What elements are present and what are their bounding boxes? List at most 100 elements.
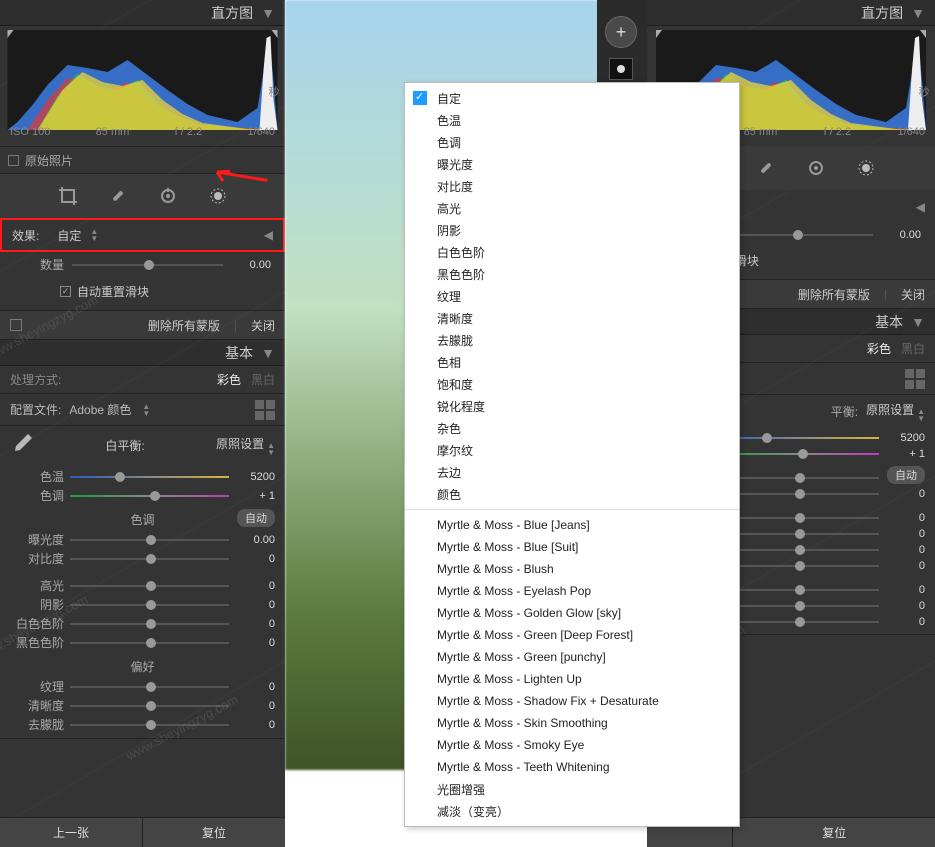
slider[interactable] (70, 718, 229, 732)
close-masks-link[interactable]: 关闭 (901, 286, 925, 303)
menu-item-preset[interactable]: 光圈增强 (405, 778, 739, 800)
treatment-color[interactable]: 彩色 (217, 371, 241, 388)
menu-item[interactable]: 饱和度 (405, 373, 739, 395)
mask-tool-icon[interactable] (208, 186, 228, 206)
menu-item[interactable]: 摩尔纹 (405, 439, 739, 461)
menu-item[interactable]: 自定 (405, 87, 739, 109)
slider-row: 清晰度0 (10, 696, 275, 715)
profile-browser-icon[interactable] (255, 400, 275, 420)
slider[interactable] (70, 533, 229, 547)
menu-item[interactable]: 去边 (405, 461, 739, 483)
checkbox-checked-icon: ✓ (60, 286, 71, 297)
menu-item[interactable]: 色相 (405, 351, 739, 373)
mask-thumbnail[interactable] (609, 58, 633, 80)
profile-value[interactable]: Adobe 颜色 (69, 401, 131, 418)
menu-item[interactable]: 锐化程度 (405, 395, 739, 417)
slider[interactable] (717, 543, 879, 557)
slider[interactable] (717, 615, 879, 629)
slider[interactable] (70, 699, 229, 713)
effect-dropdown-menu[interactable]: 自定色温色调曝光度对比度高光阴影白色色阶黑色色阶纹理清晰度去朦胧色相饱和度锐化程… (404, 82, 740, 827)
amount-slider[interactable] (72, 258, 223, 272)
effect-row[interactable]: 效果: 自定 ▲▼ ◀ (0, 218, 285, 252)
wb-picker-icon[interactable] (10, 432, 34, 459)
slider[interactable] (717, 599, 879, 613)
delete-all-masks-link[interactable]: 删除所有蒙版 (798, 286, 870, 303)
basic-header[interactable]: 基本 ▼ (0, 340, 285, 366)
histogram-shutter: 1/640 (247, 126, 275, 138)
slider[interactable] (717, 583, 879, 597)
auto-reset-row[interactable]: ✓ 自动重置滑块 (0, 277, 285, 310)
slider[interactable] (717, 511, 879, 525)
reset-button[interactable]: 复位 (733, 818, 935, 847)
heal-tool-icon[interactable] (756, 158, 776, 178)
slider[interactable] (70, 579, 229, 593)
slider[interactable] (70, 636, 229, 650)
add-mask-button[interactable]: + (605, 16, 637, 48)
slider[interactable] (70, 598, 229, 612)
menu-item-preset[interactable]: Myrtle & Moss - Smoky Eye (405, 734, 739, 756)
crop-tool-icon[interactable] (58, 186, 78, 206)
menu-item-preset[interactable]: Myrtle & Moss - Teeth Whitening (405, 756, 739, 778)
slider[interactable] (717, 487, 879, 501)
reset-button[interactable]: 复位 (143, 818, 285, 847)
menu-item-preset[interactable]: Myrtle & Moss - Blush (405, 558, 739, 580)
treatment-bw[interactable]: 黑白 (251, 371, 275, 388)
menu-item-preset[interactable]: Myrtle & Moss - Skin Smoothing (405, 712, 739, 734)
menu-item[interactable]: 白色色阶 (405, 241, 739, 263)
menu-item-preset[interactable]: Myrtle & Moss - Blue [Jeans] (405, 514, 739, 536)
wb-preset-dropdown[interactable]: 原照设置▲▼ (866, 401, 925, 422)
histogram[interactable]: ISO 100 85 mm f / 2.2 1/640 秒 (0, 26, 285, 146)
slider[interactable] (70, 617, 229, 631)
left-develop-panel: 直方图 ▼ ISO 100 85 mm f / 2.2 1/640 秒 (0, 0, 285, 847)
auto-tone-button[interactable]: 自动 (237, 509, 275, 527)
menu-item-preset[interactable]: 减淡（变亮） (405, 800, 739, 822)
redeye-tool-icon[interactable] (158, 186, 178, 206)
slider-label: 白色色阶 (10, 615, 64, 632)
menu-item-preset[interactable]: Myrtle & Moss - Blue [Suit] (405, 536, 739, 558)
effect-dropdown[interactable]: 自定 ▲▼ (57, 227, 98, 244)
histogram-header[interactable]: 直方图 ▼ (0, 0, 285, 26)
menu-item[interactable]: 黑色色阶 (405, 263, 739, 285)
menu-item[interactable]: 去朦胧 (405, 329, 739, 351)
slider[interactable] (717, 471, 879, 485)
auto-tone-button[interactable]: 自动 (887, 466, 925, 484)
menu-item[interactable]: 色调 (405, 131, 739, 153)
menu-item[interactable]: 清晰度 (405, 307, 739, 329)
dropdown-arrows-icon: ▲▼ (267, 442, 275, 456)
mask-tool-icon[interactable] (856, 158, 876, 178)
heal-tool-icon[interactable] (108, 186, 128, 206)
redeye-tool-icon[interactable] (806, 158, 826, 178)
prev-button[interactable]: 上一张 (0, 818, 143, 847)
profile-browser-icon[interactable] (905, 369, 925, 389)
menu-item[interactable]: 杂色 (405, 417, 739, 439)
menu-item-preset[interactable]: Myrtle & Moss - Green [punchy] (405, 646, 739, 668)
tint-slider[interactable] (70, 489, 229, 503)
menu-item[interactable]: 阴影 (405, 219, 739, 241)
mask-toggle-icon[interactable] (10, 319, 22, 331)
menu-item-preset[interactable]: Myrtle & Moss - Golden Glow [sky] (405, 602, 739, 624)
menu-item-preset[interactable]: Myrtle & Moss - Eyelash Pop (405, 580, 739, 602)
slider[interactable] (70, 552, 229, 566)
temp-slider[interactable] (70, 470, 229, 484)
menu-item[interactable]: 色温 (405, 109, 739, 131)
slider[interactable] (70, 680, 229, 694)
menu-item-preset[interactable]: Myrtle & Moss - Shadow Fix + Desaturate (405, 690, 739, 712)
treatment-bw[interactable]: 黑白 (901, 340, 925, 357)
histogram-header-r[interactable]: 直方图 ▼ (647, 0, 935, 26)
menu-item[interactable]: 颜色 (405, 483, 739, 505)
close-masks-link[interactable]: 关闭 (251, 317, 275, 334)
local-tools-row (0, 174, 285, 218)
delete-all-masks-link[interactable]: 删除所有蒙版 (148, 317, 220, 334)
menu-item[interactable]: 对比度 (405, 175, 739, 197)
menu-item-preset[interactable]: Myrtle & Moss - Green [Deep Forest] (405, 624, 739, 646)
menu-item[interactable]: 高光 (405, 197, 739, 219)
wb-preset-dropdown[interactable]: 原照设置▲▼ (216, 435, 275, 456)
menu-item[interactable]: 曝光度 (405, 153, 739, 175)
treatment-color[interactable]: 彩色 (867, 340, 891, 357)
menu-item-preset[interactable]: Myrtle & Moss - Lighten Up (405, 668, 739, 690)
amount-slider[interactable] (719, 228, 873, 242)
slider[interactable] (717, 527, 879, 541)
basic-title: 基本 (225, 343, 253, 363)
menu-item[interactable]: 纹理 (405, 285, 739, 307)
slider[interactable] (717, 559, 879, 573)
